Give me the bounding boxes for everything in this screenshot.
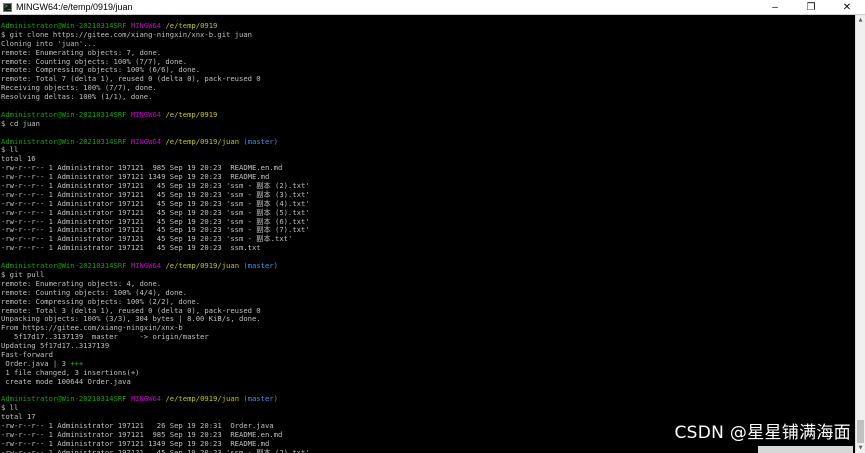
terminal-text-segment: MINGW64 [130,21,162,30]
terminal-text-segment: MINGW64 [130,394,162,404]
maximize-button[interactable]: ❐ [793,0,829,15]
terminal-text-segment: /e/temp/0919 [165,109,218,119]
terminal-text-segment: -rw-r--r-- 1 Administrator 197121 985 Se… [1,163,283,173]
terminal-line: $ ll [1,403,855,413]
terminal-line: $ cd juan [1,118,855,129]
terminal-line: Resolving deltas: 100% (1/1), done. [1,92,855,102]
terminal-text-segment: $ ll [1,403,19,413]
terminal-text-segment: -rw-r--r-- 1 Administrator 197121 45 Sep… [1,243,261,253]
terminal-text-segment: remote: Enumerating objects: 4, done. [1,278,162,288]
terminal-text-segment: -rw-r--r-- 1 Administrator 197121 45 Sep… [1,447,310,453]
terminal-text-segment: $ cd juan [1,118,40,128]
terminal-line: Fast-forward [1,349,855,360]
terminal-text-segment: $ git clone https://gitee.com/xiang-ning… [1,29,252,39]
terminal-text-segment: remote: Total 3 (delta 1), reused 0 (del… [1,305,261,315]
terminal-output[interactable]: Administrator@Win-20210314SRF MINGW64 /e… [0,15,855,453]
terminal-text-segment: -rw-r--r-- 1 Administrator 197121 45 Sep… [1,198,310,208]
window-title: MINGW64:/e/temp/0919/juan [16,2,133,12]
terminal-text-segment: -rw-r--r-- 1 Administrator 197121 45 Sep… [1,207,310,217]
terminal-text-segment: -rw-r--r-- 1 Administrator 197121 985 Se… [1,429,283,439]
terminal-text-segment: remote: Counting objects: 100% (7/7), do… [1,56,188,66]
terminal-text-segment: (master) [243,261,278,271]
terminal-text-segment: create mode 100644 Order.java [1,376,131,386]
terminal-text-segment: Administrator@Win-20210314SRF [1,109,127,119]
terminal-text-segment: (master) [243,136,278,146]
terminal-line: create mode 100644 Order.java [1,376,855,387]
terminal-text-segment: -rw-r--r-- 1 Administrator 197121 45 Sep… [1,234,293,244]
terminal-text-segment: MINGW64 [130,109,162,119]
terminal-text-segment: Fast-forward [1,349,53,359]
terminal-text-segment: remote: Total 7 (delta 1), reused 0 (del… [1,74,261,84]
terminal-text-segment: total 16 [1,154,36,164]
scroll-thumb[interactable] [857,420,864,443]
terminal-text-segment: remote: Counting objects: 100% (4/4), do… [1,287,188,297]
terminal-text-segment: Receiving objects: 100% (7/7), done. [1,83,157,93]
terminal-line: Administrator@Win-20210314SRF MINGW64 /e… [1,394,855,404]
terminal-line: Updating 5f17d17..3137139 [1,341,855,351]
title-bar[interactable]: >_ MINGW64:/e/temp/0919/juan – ❐ ✕ [0,0,865,15]
terminal-window: >_ MINGW64:/e/temp/0919/juan – ❐ ✕ Admin… [0,0,865,453]
terminal-text-segment: MINGW64 [130,261,162,271]
terminal-text-segment: -rw-r--r-- 1 Administrator 197121 26 Sep… [1,421,274,431]
terminal-text-segment: Cloning into 'juan'... [1,38,97,48]
terminal-text-segment: $ git pull [1,269,45,279]
terminal-text-segment: /e/temp/0919 [165,21,218,30]
terminal-text-segment: -rw-r--r-- 1 Administrator 197121 45 Sep… [1,225,310,235]
terminal-text-segment: Administrator@Win-20210314SRF [1,394,127,404]
terminal-text-segment: Order.java | 3 [1,358,71,368]
terminal-text-segment: $ ll [1,145,19,155]
vertical-scrollbar[interactable]: ▲ ▼ [855,15,865,453]
scroll-up-icon[interactable]: ▲ [856,15,865,25]
terminal-text-segment: remote: Enumerating objects: 7, done. [1,47,162,57]
terminal-text-segment: total 17 [1,412,36,422]
terminal-text-segment: Administrator@Win-20210314SRF [1,261,127,271]
terminal-text-segment: MINGW64 [130,136,162,146]
terminal-icon: >_ [3,2,12,12]
terminal-text-segment: remote: Compressing objects: 100% (6/6),… [1,65,201,75]
terminal-line: Administrator@Win-20210314SRF MINGW64 /e… [1,109,855,120]
terminal-text-segment: Updating 5f17d17..3137139 [1,341,110,351]
ime-toolbar [758,446,853,453]
terminal-text-segment: 5f17d17..3137139 master -> origin/master [1,332,209,342]
terminal-line: $ git clone https://gitee.com/xiang-ning… [1,29,855,40]
terminal-text-segment: -rw-r--r-- 1 Administrator 197121 45 Sep… [1,189,310,199]
terminal-text-segment: Administrator@Win-20210314SRF [1,21,127,30]
terminal-line: $ ll [1,146,855,155]
terminal-text-segment: -rw-r--r-- 1 Administrator 197121 1349 S… [1,172,270,182]
terminal-text-segment: Resolving deltas: 100% (1/1), done. [1,92,153,102]
close-button[interactable]: ✕ [829,0,865,15]
scroll-down-icon[interactable]: ▼ [856,443,865,453]
terminal-text-segment: Unpacking objects: 100% (3/3), 304 bytes… [1,314,261,324]
terminal-text-segment: Administrator@Win-20210314SRF [1,136,127,146]
terminal-text-segment: remote: Compressing objects: 100% (2/2),… [1,296,201,306]
terminal-text-segment: (master) [243,394,278,404]
terminal-text-segment: -rw-r--r-- 1 Administrator 197121 1349 S… [1,438,270,448]
watermark: CSDN @星星铺满海面 [674,423,851,443]
terminal-line: Administrator@Win-20210314SRF MINGW64 /e… [1,136,855,147]
terminal-line: -rw-r--r-- 1 Administrator 197121 45 Sep… [1,447,855,453]
terminal-line: Administrator@Win-20210314SRF MINGW64 /e… [1,261,855,271]
window-controls: – ❐ ✕ [757,0,865,15]
minimize-button[interactable]: – [757,0,793,15]
terminal-text-segment: +++ [70,358,84,368]
terminal-text-segment: -rw-r--r-- 1 Administrator 197121 45 Sep… [1,216,310,226]
terminal-line: -rw-r--r-- 1 Administrator 197121 45 Sep… [1,243,855,253]
terminal-text-segment: /e/temp/0919/juan [165,394,240,404]
terminal-text-segment: /e/temp/0919/juan [165,136,240,146]
terminal-text-segment: From https://gitee.com/xiang-ningxin/xnx… [1,323,183,333]
terminal-line: 5f17d17..3137139 master -> origin/master [1,332,855,342]
terminal-text-segment: /e/temp/0919/juan [165,261,240,271]
terminal-text-segment: -rw-r--r-- 1 Administrator 197121 45 Sep… [1,181,310,191]
terminal-text-segment: 1 file changed, 3 insertions(+) [1,367,140,377]
